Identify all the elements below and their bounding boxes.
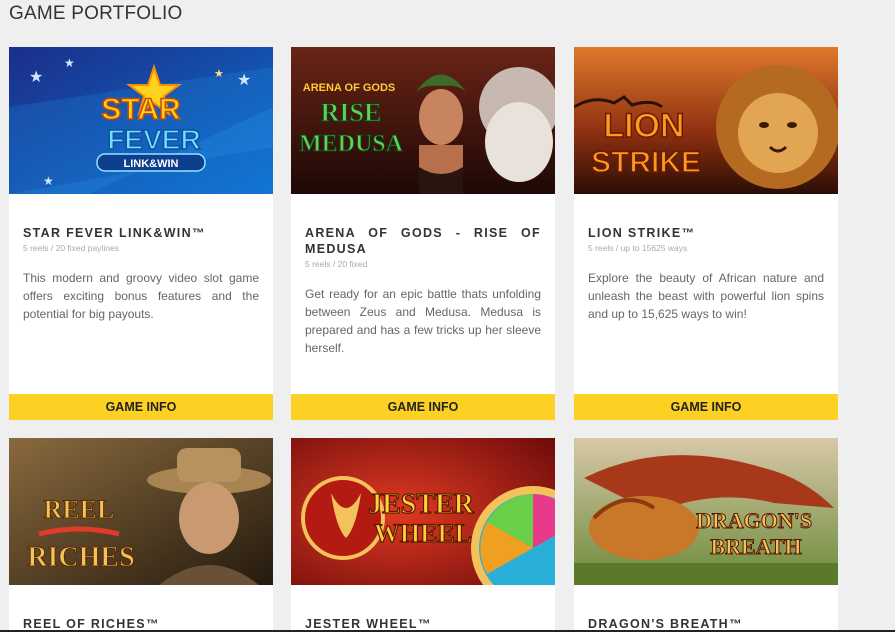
svg-text:FEVER: FEVER bbox=[107, 124, 200, 155]
svg-text:ARENA OF GODS: ARENA OF GODS bbox=[303, 82, 396, 94]
game-title: ARENA OF GODS - RISE OF MEDUSA bbox=[305, 226, 541, 256]
game-description: Get ready for an epic battle thats unfol… bbox=[305, 287, 541, 355]
svg-text:JESTER: JESTER bbox=[368, 489, 475, 520]
game-card-dragons-breath: DRAGON'S BREATH DRAGON'S BREATH™ bbox=[574, 438, 838, 632]
game-description: Explore the beauty of African nature and… bbox=[588, 271, 824, 321]
game-thumbnail[interactable]: ARENA OF GODS RISE MEDUSA bbox=[291, 47, 555, 194]
game-specs: 5 reels / 20 fixed paylines bbox=[23, 243, 119, 253]
svg-text:★: ★ bbox=[214, 68, 224, 80]
game-card-arena-of-gods: ARENA OF GODS RISE MEDUSA ARENA OF GODS … bbox=[291, 47, 555, 420]
dragons-breath-artwork: DRAGON'S BREATH bbox=[574, 438, 838, 585]
game-info-button[interactable]: GAME INFO bbox=[9, 394, 273, 420]
svg-text:DRAGON'S: DRAGON'S bbox=[696, 508, 812, 533]
svg-text:MEDUSA: MEDUSA bbox=[299, 131, 404, 157]
game-card-star-fever: ★ ★ ★ ★ ★ STAR FEVER LINK&WIN STAR FEVER… bbox=[9, 47, 273, 420]
svg-text:★: ★ bbox=[29, 69, 43, 86]
svg-text:REEL: REEL bbox=[44, 495, 115, 524]
jester-wheel-artwork: JESTER WHEEL bbox=[291, 438, 555, 585]
svg-text:STAR: STAR bbox=[101, 93, 181, 126]
svg-text:BREATH: BREATH bbox=[710, 534, 801, 559]
game-specs: 5 reels / up to 15625 ways bbox=[588, 243, 688, 253]
lion-strike-artwork: LION STRIKE bbox=[574, 47, 838, 194]
game-description: This modern and groovy video slot game o… bbox=[23, 271, 259, 321]
game-thumbnail[interactable]: ★ ★ ★ ★ ★ STAR FEVER LINK&WIN bbox=[9, 47, 273, 194]
game-specs: 5 reels / 20 fixed bbox=[305, 259, 368, 269]
svg-text:LINK&WIN: LINK&WIN bbox=[124, 158, 179, 170]
game-thumbnail[interactable]: REEL RICHES bbox=[9, 438, 273, 585]
game-card-jester-wheel: JESTER WHEEL JESTER WHEEL™ bbox=[291, 438, 555, 632]
game-title: STAR FEVER LINK&WIN™ bbox=[23, 226, 206, 240]
game-thumbnail[interactable]: LION STRIKE bbox=[574, 47, 838, 194]
game-card-reel-of-riches: REEL RICHES REEL OF RICHES™ bbox=[9, 438, 273, 632]
svg-text:★: ★ bbox=[64, 56, 75, 70]
game-info-button[interactable]: GAME INFO bbox=[574, 394, 838, 420]
game-thumbnail[interactable]: DRAGON'S BREATH bbox=[574, 438, 838, 585]
star-fever-artwork: ★ ★ ★ ★ ★ STAR FEVER LINK&WIN bbox=[9, 47, 273, 194]
svg-text:RICHES: RICHES bbox=[27, 542, 134, 573]
svg-text:★: ★ bbox=[237, 72, 251, 89]
game-card-lion-strike: LION STRIKE LION STRIKE™ 5 reels / up to… bbox=[574, 47, 838, 420]
game-thumbnail[interactable]: JESTER WHEEL bbox=[291, 438, 555, 585]
game-grid: ★ ★ ★ ★ ★ STAR FEVER LINK&WIN STAR FEVER… bbox=[0, 0, 895, 632]
svg-text:LION: LION bbox=[603, 107, 684, 145]
svg-text:RISE: RISE bbox=[321, 98, 382, 127]
arena-of-gods-artwork: ARENA OF GODS RISE MEDUSA bbox=[291, 47, 555, 194]
svg-text:★: ★ bbox=[43, 174, 54, 188]
game-title: LION STRIKE™ bbox=[588, 226, 696, 240]
svg-text:STRIKE: STRIKE bbox=[591, 146, 701, 179]
svg-text:WHEEL: WHEEL bbox=[374, 519, 472, 548]
reel-of-riches-artwork: REEL RICHES bbox=[9, 438, 273, 585]
game-info-button[interactable]: GAME INFO bbox=[291, 394, 555, 420]
